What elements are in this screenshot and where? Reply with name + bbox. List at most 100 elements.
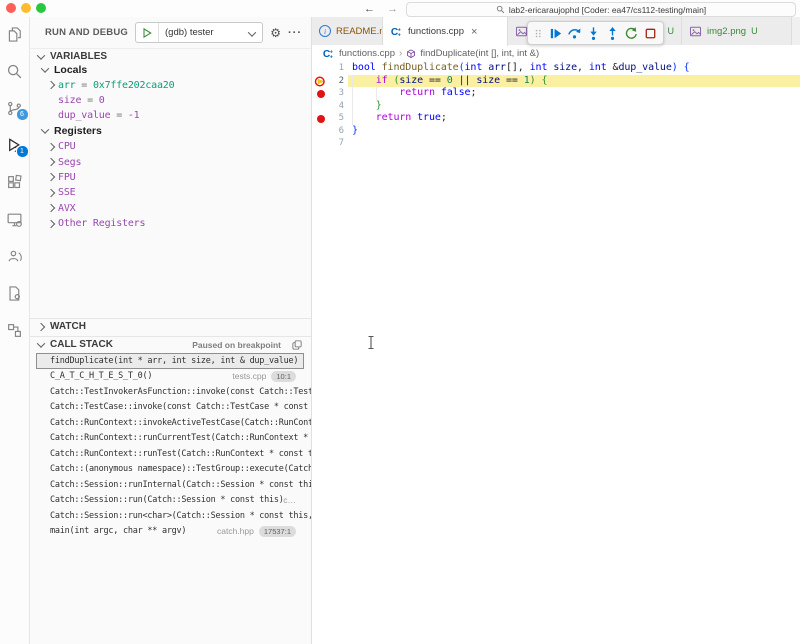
launch-config-value: (gdb) tester [159, 27, 249, 38]
activity-item-task-file[interactable] [5, 284, 25, 302]
variable-row[interactable]: AVX [30, 201, 311, 216]
activity-item-live-share[interactable] [5, 247, 25, 265]
nav-forward-icon[interactable]: → [387, 3, 398, 15]
code-line-3[interactable]: 3 return false; [312, 87, 800, 100]
indent-guide [352, 75, 353, 125]
variable-row[interactable]: Other Registers [30, 216, 311, 231]
continue-button[interactable] [546, 24, 564, 42]
launch-config-select[interactable]: (gdb) tester [135, 22, 263, 43]
remote-explorer-icon [6, 211, 23, 228]
chevron-down-icon [41, 64, 49, 72]
stack-frame[interactable]: Catch::(anonymous namespace)::TestGroup:… [30, 462, 311, 478]
breadcrumb[interactable]: C++ functions.cpp › findDuplicate(int []… [312, 45, 800, 62]
copy-call-stack-icon[interactable] [291, 339, 303, 351]
activity-badge: 1 [16, 145, 29, 158]
close-window-button[interactable] [6, 3, 16, 13]
maximize-window-button[interactable] [36, 3, 46, 13]
activity-item-remote-explorer[interactable] [5, 210, 25, 228]
frame-label: Catch::Session::run<char>(Catch::Session… [50, 511, 311, 521]
line-text: return false; [352, 87, 476, 100]
activity-badge: 6 [16, 108, 29, 121]
stack-frame[interactable]: Catch::RunContext::runCurrentTest(Catch:… [30, 431, 311, 447]
stack-frame[interactable]: C_A_T_C_H_T_E_S_T_0()tests.cpp10:1 [30, 369, 311, 385]
close-icon[interactable]: × [471, 26, 477, 38]
chevron-right-icon [48, 144, 58, 150]
stack-frame[interactable]: Catch::Session::run(Catch::Session * con… [30, 493, 311, 509]
step-into-button[interactable] [584, 24, 602, 42]
restart-button[interactable] [622, 24, 640, 42]
breadcrumb-file[interactable]: functions.cpp [339, 48, 395, 59]
step-over-button[interactable] [565, 24, 583, 42]
watch-section-header[interactable]: WATCH [30, 318, 311, 334]
stack-frame[interactable]: main(int argc, char ** argv)catch.hpp175… [30, 524, 311, 540]
activity-item-run-and-debug[interactable]: 1 [5, 136, 25, 154]
code-line-1[interactable]: 1bool findDuplicate(int arr[], int size,… [312, 62, 800, 75]
variable-row[interactable]: FPU [30, 170, 311, 185]
frame-label: Catch::(anonymous namespace)::TestGroup:… [50, 464, 311, 474]
stack-frame[interactable]: Catch::Session::runInternal(Catch::Sessi… [30, 477, 311, 493]
activity-item-search[interactable] [5, 62, 25, 80]
stack-frame[interactable]: findDuplicate(int * arr, int size, int &… [36, 353, 304, 369]
tab-label: README.md [336, 26, 383, 37]
frame-label: main(int argc, char ** argv) [50, 526, 186, 536]
explorer-icon [6, 26, 23, 43]
stack-frame[interactable]: Catch::RunContext::runTest(Catch::RunCon… [30, 446, 311, 462]
start-debug-icon[interactable] [136, 23, 159, 42]
code-line-2[interactable]: 2 if (size == 0 || size == 1) { [312, 75, 800, 88]
variable-row[interactable]: CPU [30, 139, 311, 154]
code-line-5[interactable]: 5 return true; [312, 112, 800, 125]
breakpoint-icon[interactable] [317, 90, 325, 98]
gear-icon[interactable]: ⚙ [270, 26, 281, 40]
variable-row[interactable]: Segs [30, 154, 311, 169]
chevron-right-icon [48, 174, 58, 180]
vscode-window: ← → lab2-ericaraujophd [Coder: ea47/cs11… [0, 0, 800, 644]
frame-file: c… [283, 495, 296, 505]
line-text: } [352, 100, 382, 113]
variable-row[interactable]: size = 0 [30, 93, 311, 108]
chevron-right-icon [48, 159, 58, 165]
variables-group-registers[interactable]: Registers [30, 124, 311, 139]
frame-label: Catch::TestInvokerAsFunction::invoke(con… [50, 387, 311, 397]
breadcrumb-symbol[interactable]: findDuplicate(int [], int, int &) [420, 48, 539, 59]
workspace-title-bar[interactable]: lab2-ericaraujophd [Coder: ea47/cs112-te… [406, 2, 796, 17]
panel-title: RUN AND DEBUG [45, 27, 128, 38]
chevron-right-icon [48, 205, 58, 211]
stop-button[interactable] [641, 24, 659, 42]
breakpoint-icon[interactable] [317, 115, 325, 123]
code-line-7[interactable]: 7 [312, 137, 800, 150]
activity-item-source-control[interactable]: 6 [5, 99, 25, 117]
chevron-right-icon [48, 82, 58, 88]
nav-back-icon[interactable]: ← [364, 3, 375, 15]
stack-frame[interactable]: Catch::TestInvokerAsFunction::invoke(con… [30, 384, 311, 400]
variable-row[interactable]: arr = 0x7ffe202caa20 [30, 77, 311, 92]
stack-frame[interactable]: Catch::RunContext::invokeActiveTestCase(… [30, 415, 311, 431]
step-out-button[interactable] [603, 24, 621, 42]
activity-item-extensions[interactable] [5, 173, 25, 191]
call-stack-list: findDuplicate(int * arr, int size, int &… [30, 353, 311, 539]
call-stack-section-header[interactable]: CALL STACK Paused on breakpoint [30, 336, 311, 352]
variable-row[interactable]: SSE [30, 185, 311, 200]
code-line-6[interactable]: 6} [312, 125, 800, 138]
stack-frame[interactable]: Catch::Session::run<char>(Catch::Session… [30, 508, 311, 524]
frame-label: C_A_T_C_H_T_E_S_T_0() [50, 371, 152, 381]
minimize-window-button[interactable] [21, 3, 31, 13]
more-actions-icon[interactable]: ··· [288, 27, 302, 39]
activity-item-explorer[interactable] [5, 25, 25, 43]
stack-frame[interactable]: Catch::TestCase::invoke(const Catch::Tes… [30, 400, 311, 416]
tab-readme-md[interactable]: iREADME.mdM [312, 17, 383, 45]
activity-item-symbols[interactable] [5, 321, 25, 339]
line-number: 4 [326, 100, 344, 113]
variable-row[interactable]: dup_value = -1 [30, 108, 311, 123]
tab-functions-cpp[interactable]: C++functions.cpp× [383, 17, 508, 46]
workspace-title: lab2-ericaraujophd [Coder: ea47/cs112-te… [509, 5, 706, 15]
variables-group-locals[interactable]: Locals [30, 62, 311, 77]
code-area[interactable]: 1bool findDuplicate(int arr[], int size,… [312, 62, 800, 150]
line-number: 1 [326, 62, 344, 75]
frame-label: Catch::TestCase::invoke(const Catch::Tes… [50, 402, 311, 412]
code-line-4[interactable]: 4 } [312, 100, 800, 113]
line-text: return true; [352, 112, 447, 125]
indent-guide [376, 87, 377, 100]
run-debug-sidebar: RUN AND DEBUG (gdb) tester ⚙ ··· VARIABL… [30, 17, 312, 644]
tab-img2-png[interactable]: img2.pngU [682, 17, 792, 45]
chevron-down-icon [249, 24, 262, 42]
